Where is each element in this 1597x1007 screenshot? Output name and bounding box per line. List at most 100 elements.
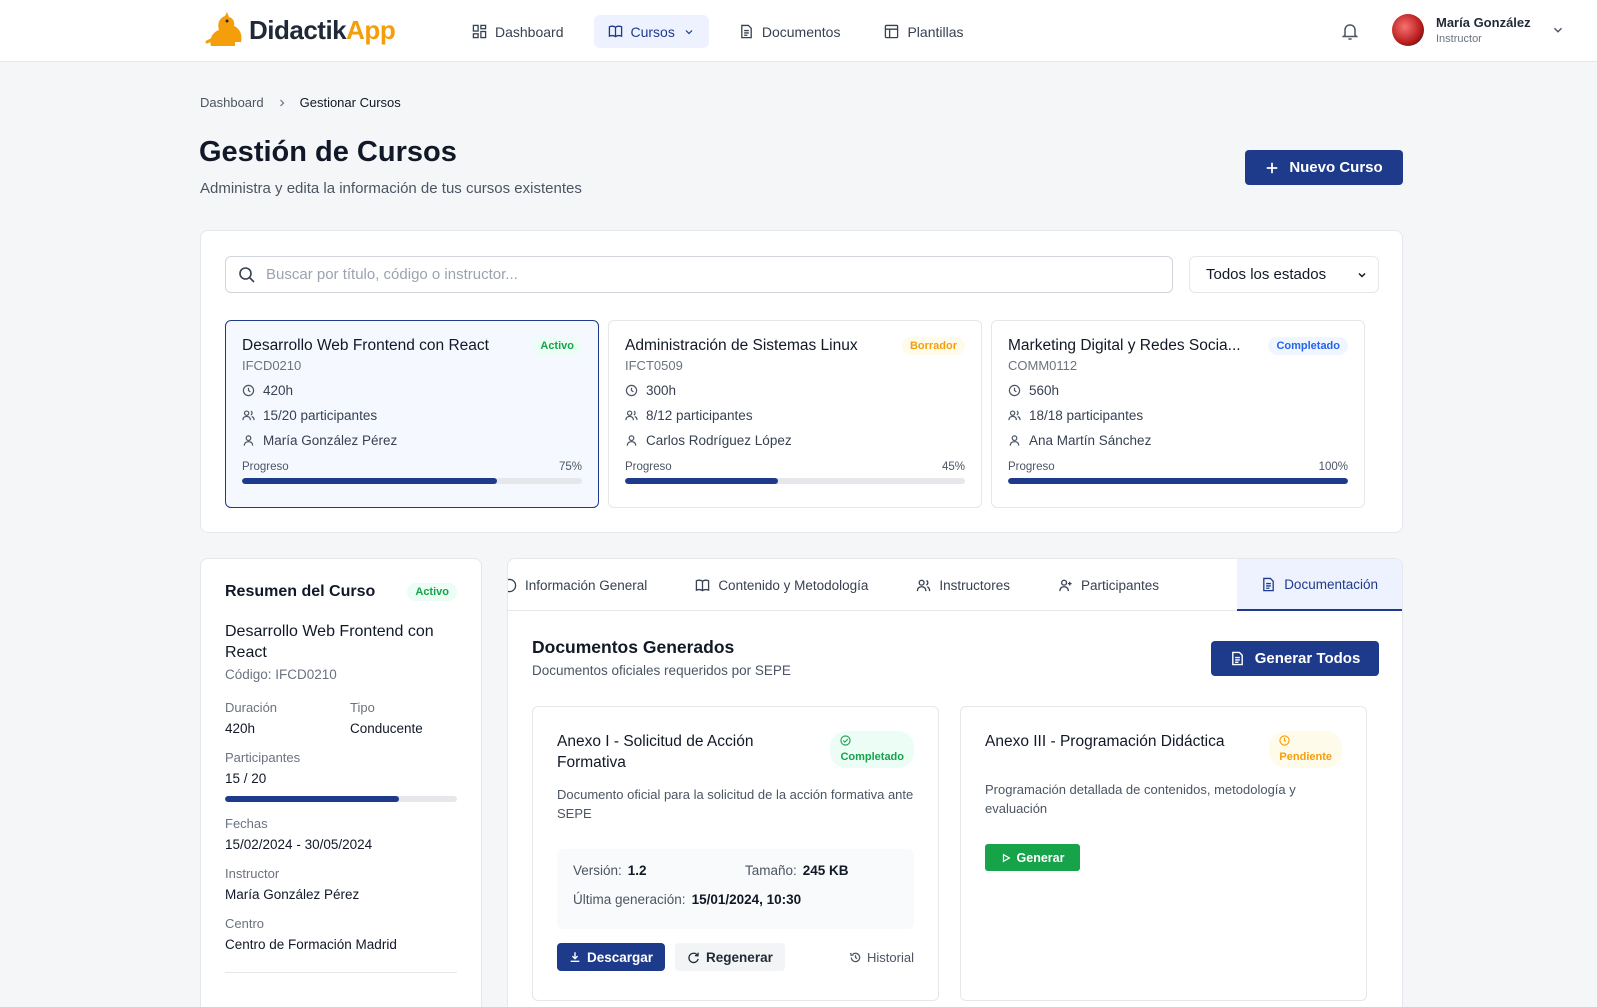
nav-documentos[interactable]: Documentos xyxy=(725,15,855,48)
progress-bar-fill xyxy=(242,478,497,484)
app-logo[interactable]: DidactikApp xyxy=(205,12,396,48)
generate-button[interactable]: Generar xyxy=(985,844,1080,871)
status-label: Pendiente xyxy=(1279,751,1332,763)
nav-plantillas[interactable]: Plantillas xyxy=(870,15,977,48)
last-generation-label: Última generación: xyxy=(573,892,686,907)
tab-label: Instructores xyxy=(939,577,1010,593)
new-course-button[interactable]: Nuevo Curso xyxy=(1245,150,1403,185)
status-filter-select[interactable]: Todos los estados xyxy=(1189,256,1379,293)
course-card[interactable]: Administración de Sistemas Linux Borrado… xyxy=(608,320,982,508)
documents-title: Documentos Generados xyxy=(532,637,735,657)
search-icon xyxy=(239,266,255,283)
course-hours: 420h xyxy=(263,383,294,398)
status-badge: Completado xyxy=(830,731,914,768)
dates-label: Fechas xyxy=(225,816,268,831)
course-summary-panel: Resumen del Curso Activo Desarrollo Web … xyxy=(200,558,482,1007)
notifications-bell-icon[interactable] xyxy=(1340,21,1360,41)
tab-participantes[interactable]: Participantes xyxy=(1034,559,1183,611)
tab-instructores[interactable]: Instructores xyxy=(892,559,1034,611)
document-title: Anexo I - Solicitud de Acción Formativa xyxy=(557,733,754,771)
progress-bar xyxy=(242,478,582,484)
course-participants: 8/12 participantes xyxy=(646,408,753,423)
course-participants: 15/20 participantes xyxy=(263,408,378,423)
progress-value: 45% xyxy=(941,461,965,473)
tab-bar: Información General Contenido y Metodolo… xyxy=(508,559,1402,611)
divider xyxy=(225,972,457,973)
nav-plantillas-label: Plantillas xyxy=(907,23,964,40)
clock-icon xyxy=(625,384,638,397)
generate-all-button[interactable]: Generar Todos xyxy=(1211,641,1379,676)
user-icon xyxy=(243,435,254,446)
dates-value: 15/02/2024 - 30/05/2024 xyxy=(225,837,373,852)
breadcrumb: Dashboard Gestionar Cursos xyxy=(200,95,401,110)
summary-course-code: Código: IFCD0210 xyxy=(225,667,337,682)
tab-documentacion[interactable]: Documentación xyxy=(1237,559,1402,611)
document-card: Anexo III - Programación Didáctica Pendi… xyxy=(960,706,1367,1001)
check-circle-icon xyxy=(840,735,852,746)
document-icon xyxy=(1231,651,1243,666)
download-icon xyxy=(570,952,580,962)
download-button[interactable]: Descargar xyxy=(557,943,666,971)
course-title: Administración de Sistemas Linux xyxy=(625,337,858,354)
tab-contenido-metodologia[interactable]: Contenido y Metodología xyxy=(671,559,892,611)
users-icon xyxy=(625,410,638,421)
center-label: Centro xyxy=(225,916,265,931)
play-icon xyxy=(1002,853,1011,862)
size-label: Tamaño: xyxy=(745,863,797,878)
kangaroo-logo-icon xyxy=(205,12,242,46)
summary-title: Resumen del Curso xyxy=(225,583,376,600)
course-hours: 300h xyxy=(646,383,677,398)
status-filter-value: Todos los estados xyxy=(1206,266,1327,283)
user-name: María González xyxy=(1436,15,1531,30)
document-description: Programación detallada de contenidos, me… xyxy=(985,782,1296,816)
participants-value: 15 / 20 xyxy=(225,771,267,786)
nav-cursos-label: Cursos xyxy=(630,23,675,40)
generate-all-label: Generar Todos xyxy=(1254,650,1361,667)
clock-icon xyxy=(1279,735,1291,746)
plus-icon xyxy=(1267,162,1278,173)
course-instructor: María González Pérez xyxy=(263,433,398,448)
course-title: Marketing Digital y Redes Socia... xyxy=(1008,337,1241,354)
history-icon xyxy=(850,952,861,962)
document-metadata: Versión: 1.2 Tamaño: 245 KB Última generac… xyxy=(557,849,914,929)
user-menu[interactable]: María González Instructor xyxy=(1392,14,1565,46)
tab-label: Documentación xyxy=(1284,576,1378,592)
clock-icon xyxy=(242,384,255,397)
instructor-value: María González Pérez xyxy=(225,887,360,902)
participants-bar xyxy=(225,796,457,802)
status-badge: Completado xyxy=(1268,337,1348,355)
breadcrumb-dashboard[interactable]: Dashboard xyxy=(200,95,264,110)
user-role: Instructor xyxy=(1436,33,1482,45)
courses-filter-panel: Todos los estados Desarrollo Web Fronten… xyxy=(200,230,1403,533)
duration-value: 420h xyxy=(225,721,256,736)
regenerate-button[interactable]: Regenerar xyxy=(675,943,785,971)
document-icon xyxy=(741,24,752,39)
center-value: Centro de Formación Madrid xyxy=(225,937,397,952)
info-icon xyxy=(508,578,517,592)
progress-value: 100% xyxy=(1318,461,1348,473)
course-card[interactable]: Desarrollo Web Frontend con React Activo… xyxy=(225,320,599,508)
nav-cursos[interactable]: Cursos xyxy=(593,15,709,48)
nav-dashboard[interactable]: Dashboard xyxy=(458,15,578,48)
status-badge: Pendiente xyxy=(1269,731,1342,768)
status-label: Completado xyxy=(840,751,904,763)
tab-label: Información General xyxy=(525,577,648,593)
user-icon xyxy=(1009,435,1020,446)
tab-label: Contenido y Metodología xyxy=(718,577,869,593)
search-input[interactable] xyxy=(266,266,1146,283)
document-card: Anexo I - Solicitud de Acción Formativa … xyxy=(532,706,939,1001)
nav-documentos-label: Documentos xyxy=(761,23,841,40)
history-button[interactable]: Historial xyxy=(849,950,914,965)
course-card[interactable]: Marketing Digital y Redes Socia... Compl… xyxy=(991,320,1365,508)
download-label: Descargar xyxy=(587,949,654,965)
course-instructor: Ana Martín Sánchez xyxy=(1029,433,1152,448)
size-value: 245 KB xyxy=(802,863,849,878)
progress-label: Progreso xyxy=(242,461,289,473)
tab-informacion-general[interactable]: Información General xyxy=(508,559,671,611)
page-subtitle: Administra y edita la información de tus… xyxy=(200,180,582,197)
summary-course-title: Desarrollo Web Frontend con React xyxy=(225,623,434,661)
top-navigation-bar: DidactikApp Dashboard Cursos Documentos … xyxy=(0,0,1597,62)
users-icon xyxy=(917,579,931,591)
course-code: IFCD0210 xyxy=(242,358,302,373)
search-box[interactable] xyxy=(225,256,1173,293)
